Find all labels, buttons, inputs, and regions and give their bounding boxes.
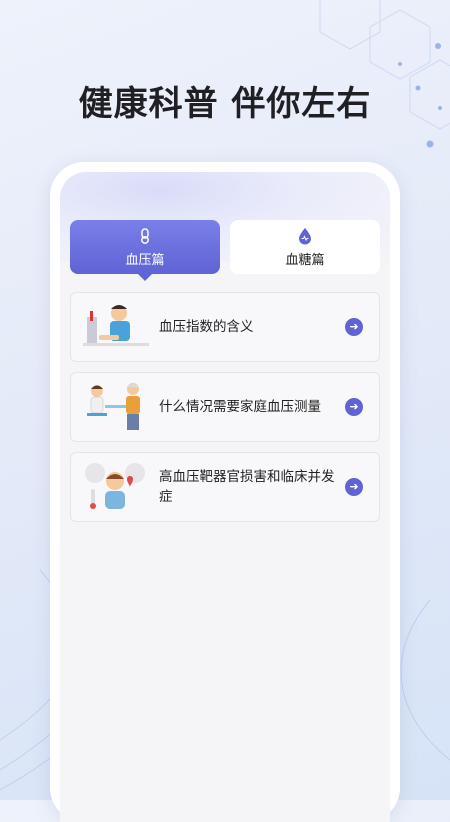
arrow-right-icon[interactable]: ➜ [345, 318, 363, 336]
tab-label: 血糖篇 [285, 252, 325, 268]
article-card[interactable]: 血压指数的含义 ➜ [70, 292, 380, 362]
tab-blood-pressure[interactable]: 血压篇 [70, 220, 220, 274]
article-card[interactable]: 什么情况需要家庭血压测量 ➜ [70, 372, 380, 442]
arrow-right-icon[interactable]: ➜ [345, 478, 363, 496]
blood-sugar-icon [299, 227, 311, 244]
home-bp-measurement-illustration [87, 383, 140, 430]
tab-label: 血压篇 [125, 252, 165, 268]
active-tab-pointer [137, 273, 153, 281]
article-title: 血压指数的含义 [159, 319, 254, 335]
page-headline: 健康科普 伴你左右 [78, 84, 372, 124]
tab-blood-sugar[interactable]: 血糖篇 [230, 220, 380, 274]
article-title: 什么情况需要家庭血压测量 [159, 399, 321, 415]
doctor-measuring-bp-illustration [83, 305, 149, 346]
arrow-right-icon[interactable]: ➜ [345, 398, 363, 416]
article-title: 高血压靶器官损害和临床并发症 [159, 469, 335, 505]
phone-frame: 血压篇 血糖篇 血压指数的含义 ➜ 什么情况需要家庭血压测量 ➜ 高血压靶器官损… [50, 162, 400, 822]
fever-patient-illustration [85, 463, 145, 509]
phone-screen: 血压篇 血糖篇 血压指数的含义 ➜ 什么情况需要家庭血压测量 ➜ 高血压靶器官损… [60, 172, 390, 822]
blood-pressure-icon [141, 227, 149, 244]
article-card[interactable]: 高血压靶器官损害和临床并发症 ➜ [70, 452, 380, 522]
